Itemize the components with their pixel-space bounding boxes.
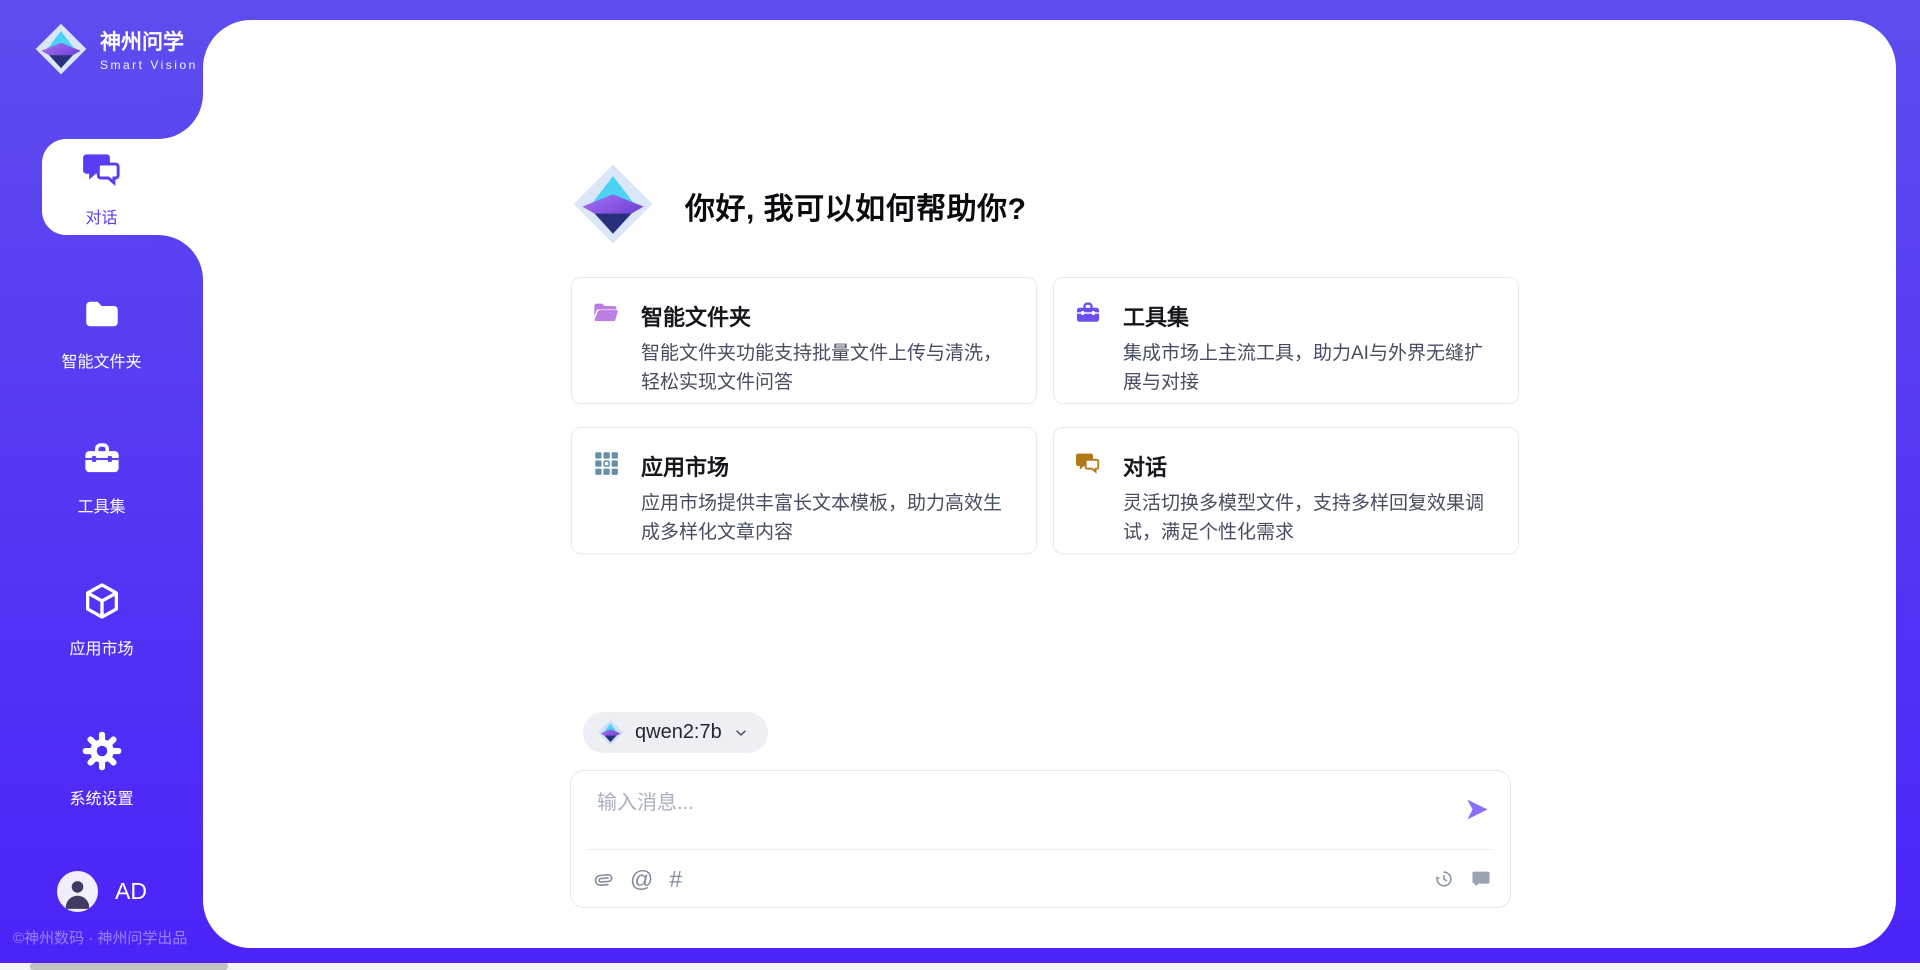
feedback-icon[interactable] xyxy=(1470,868,1492,890)
greeting-title: 你好, 我可以如何帮助你? xyxy=(685,184,1027,228)
scrollbar-thumb[interactable] xyxy=(30,963,228,970)
sidebar-item-toolset[interactable]: 工具集 xyxy=(0,438,203,517)
message-composer: @ # xyxy=(570,770,1511,908)
mention-icon[interactable]: @ xyxy=(630,868,653,891)
grid-icon xyxy=(592,449,620,482)
greeting-block: 你好, 我可以如何帮助你? xyxy=(571,163,1027,249)
card-title: 对话 xyxy=(1123,450,1167,482)
sidebar-item-app-market[interactable]: 应用市场 xyxy=(0,580,203,659)
message-input[interactable] xyxy=(595,784,1439,846)
tab-curve-bottom xyxy=(158,235,203,280)
card-description: 灵活切换多模型文件，支持多样回复效果调试，满足个性化需求 xyxy=(1123,490,1492,547)
attachment-icon[interactable] xyxy=(592,868,614,890)
user-account[interactable]: AD xyxy=(57,871,147,912)
sidebar-item-chat[interactable]: 对话 xyxy=(0,147,203,228)
brand-subtitle: Smart Vision xyxy=(100,58,198,72)
toolbox-icon xyxy=(1074,299,1102,332)
card-title: 工具集 xyxy=(1123,300,1189,332)
history-icon[interactable] xyxy=(1433,868,1455,890)
send-icon[interactable] xyxy=(1464,796,1491,823)
chat-icon xyxy=(1074,449,1102,482)
card-description: 集成市场上主流工具，助力AI与外界无缝扩展与对接 xyxy=(1123,340,1492,397)
brand-logo: 神州问学 Smart Vision xyxy=(34,22,198,81)
chat-icon xyxy=(80,147,124,196)
card-description: 智能文件夹功能支持批量文件上传与清洗，轻松实现文件问答 xyxy=(641,340,1010,397)
card-app-market[interactable]: 应用市场 应用市场提供丰富长文本模板，助力高效生成多样化文章内容 xyxy=(571,427,1037,554)
composer-divider xyxy=(587,849,1494,850)
model-name: qwen2:7b xyxy=(635,721,722,744)
sidebar-item-settings[interactable]: 系统设置 xyxy=(0,730,203,809)
main-content: 你好, 我可以如何帮助你? 智能文件夹 智能文件夹功能支持批量文件上传与清洗，轻… xyxy=(203,20,1896,948)
model-selector[interactable]: qwen2:7b xyxy=(583,712,768,753)
copyright-footer: ©神州数码 · 神州问学出品 xyxy=(13,927,187,948)
card-title: 智能文件夹 xyxy=(641,300,751,332)
sidebar-item-label: 系统设置 xyxy=(69,785,133,809)
diamond-logo-icon xyxy=(34,22,88,81)
diamond-logo-icon xyxy=(597,719,624,746)
sidebar: 神州问学 Smart Vision 对话 智能文件夹 xyxy=(0,0,203,970)
folder-icon xyxy=(81,293,123,340)
sidebar-item-label: 应用市场 xyxy=(69,635,133,659)
card-toolset[interactable]: 工具集 集成市场上主流工具，助力AI与外界无缝扩展与对接 xyxy=(1053,277,1519,404)
horizontal-scrollbar[interactable] xyxy=(0,963,1920,970)
sidebar-item-label: 智能文件夹 xyxy=(61,348,141,372)
toolbox-icon xyxy=(81,438,123,485)
user-avatar-icon xyxy=(57,871,98,912)
sidebar-item-label: 对话 xyxy=(85,204,117,228)
gear-icon xyxy=(81,730,123,777)
tab-curve-top xyxy=(158,94,203,139)
card-title: 应用市场 xyxy=(641,450,729,482)
diamond-logo-icon xyxy=(571,162,655,251)
card-description: 应用市场提供丰富长文本模板，助力高效生成多样化文章内容 xyxy=(641,490,1010,547)
card-chat[interactable]: 对话 灵活切换多模型文件，支持多样回复效果调试，满足个性化需求 xyxy=(1053,427,1519,554)
cube-icon xyxy=(81,580,123,627)
brand-name: 神州问学 xyxy=(100,31,198,55)
folder-open-icon xyxy=(592,299,620,332)
user-name: AD xyxy=(115,878,147,905)
feature-cards: 智能文件夹 智能文件夹功能支持批量文件上传与清洗，轻松实现文件问答 工具集 集成… xyxy=(571,277,1519,554)
sidebar-item-smart-folder[interactable]: 智能文件夹 xyxy=(0,293,203,372)
chevron-down-icon xyxy=(733,725,749,741)
card-smart-folder[interactable]: 智能文件夹 智能文件夹功能支持批量文件上传与清洗，轻松实现文件问答 xyxy=(571,277,1037,404)
sidebar-item-label: 工具集 xyxy=(77,493,125,517)
topic-icon[interactable]: # xyxy=(669,868,682,891)
